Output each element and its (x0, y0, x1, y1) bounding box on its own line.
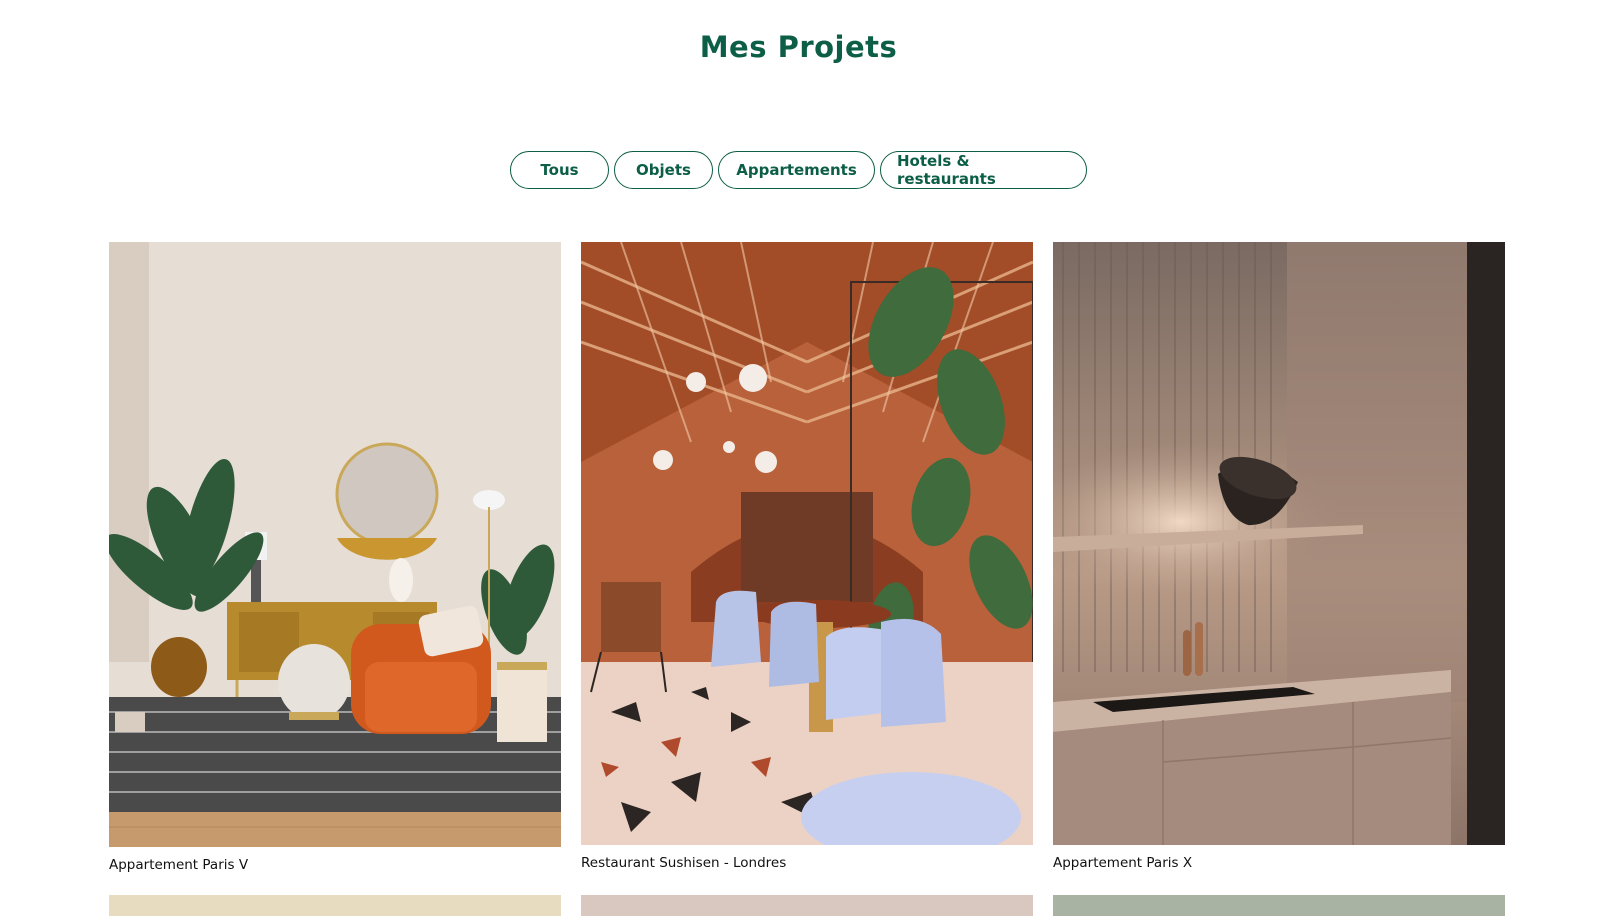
project-card-partial[interactable] (109, 895, 561, 916)
filter-hotels-restaurants-button[interactable]: Hotels & restaurants (880, 151, 1087, 189)
kitchen-photo[interactable] (1053, 242, 1505, 845)
project-caption[interactable]: Appartement Paris X (1053, 855, 1505, 871)
project-caption[interactable]: Appartement Paris V (109, 857, 561, 873)
project-card-restaurant-sushisen[interactable]: Restaurant Sushisen - Londres (581, 242, 1033, 871)
page-title: Mes Projets (699, 30, 898, 64)
living-room-photo[interactable] (109, 242, 561, 847)
project-caption[interactable]: Restaurant Sushisen - Londres (581, 855, 1033, 871)
filter-appartements-button[interactable]: Appartements (718, 151, 875, 189)
project-card-appartement-paris-v[interactable]: Appartement Paris V (109, 242, 561, 873)
page: Mes Projets Tous Objets Appartements Hot… (0, 0, 1597, 916)
filter-objets-button[interactable]: Objets (614, 151, 713, 189)
restaurant-photo[interactable] (581, 242, 1033, 845)
filter-tous-button[interactable]: Tous (510, 151, 609, 189)
filter-bar: Tous Objets Appartements Hotels & restau… (0, 151, 1597, 189)
project-card-appartement-paris-x[interactable]: Appartement Paris X (1053, 242, 1505, 871)
project-card-partial[interactable] (1053, 895, 1505, 916)
project-card-partial[interactable] (581, 895, 1033, 916)
